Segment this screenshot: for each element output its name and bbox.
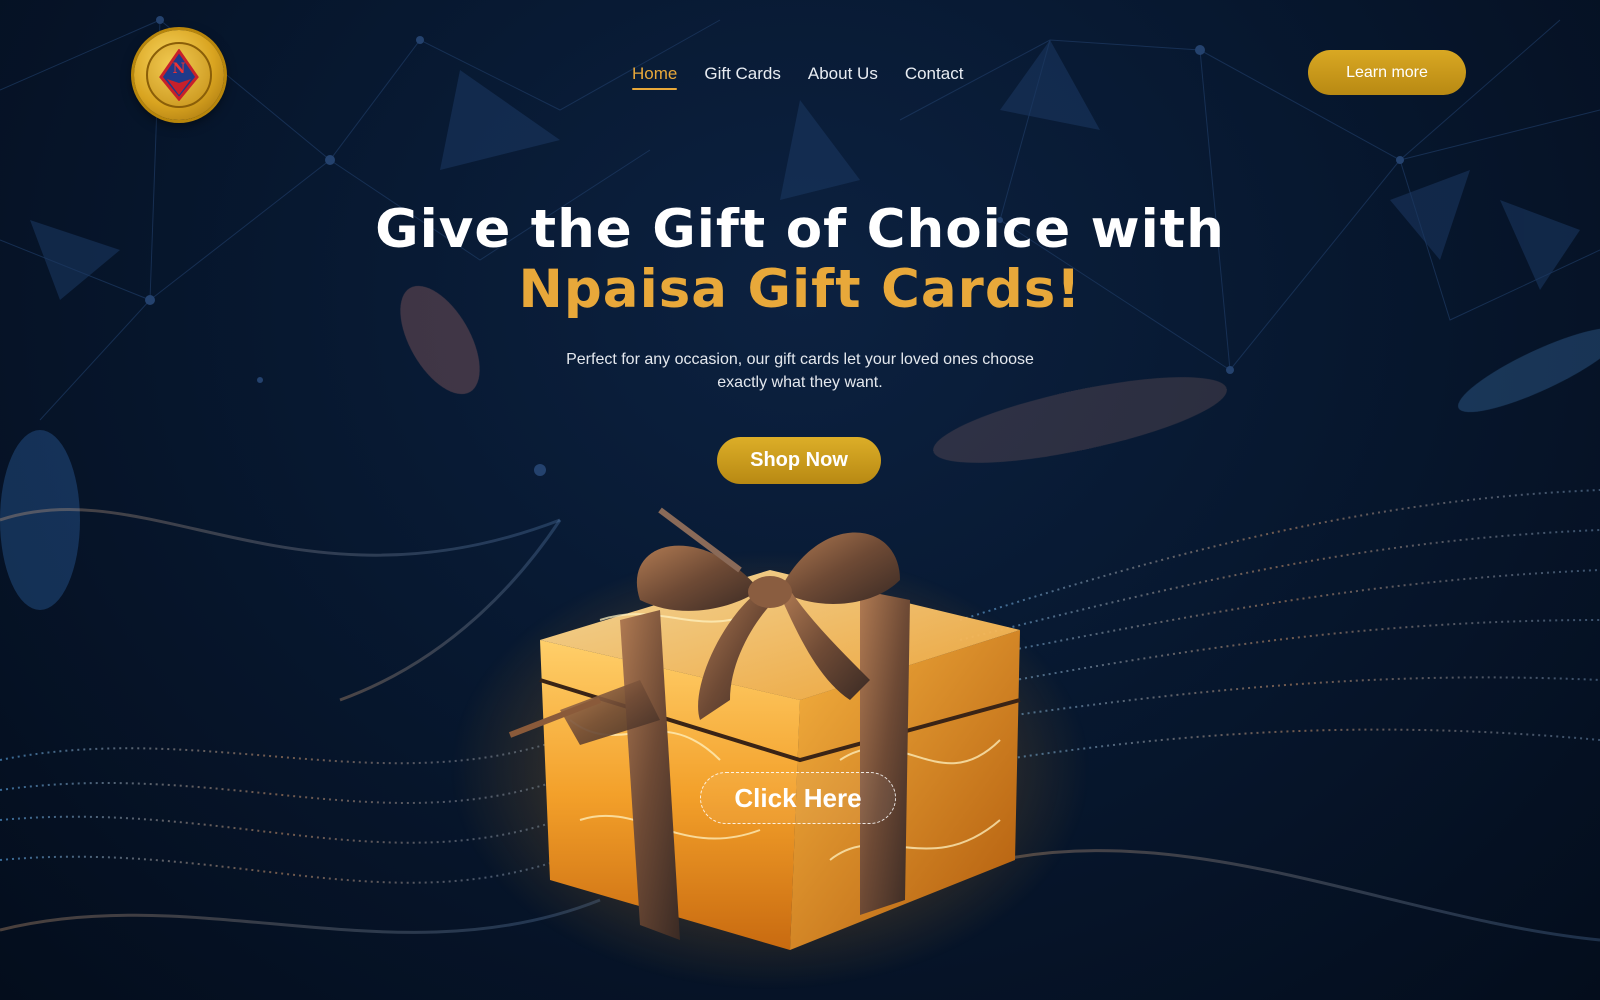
- main-nav: Home Gift Cards About Us Contact: [632, 64, 963, 90]
- logo-emblem: N: [146, 42, 212, 108]
- network-pattern: [0, 16, 1600, 990]
- background-scene: [0, 0, 1600, 1000]
- hero-title: Give the Gift of Choice with Npaisa Gift…: [0, 200, 1600, 320]
- shop-now-button[interactable]: Shop Now: [717, 437, 881, 484]
- nav-link-gift-cards[interactable]: Gift Cards: [704, 64, 781, 90]
- logo-diamond-icon: N: [159, 49, 199, 101]
- hero-title-line2: Npaisa Gift Cards!: [518, 259, 1082, 320]
- hero-title-line1: Give the Gift of Choice with: [375, 199, 1225, 260]
- hero-subtitle: Perfect for any occasion, our gift cards…: [566, 351, 1034, 391]
- logo-letter: N: [173, 61, 186, 77]
- nav-link-home[interactable]: Home: [632, 64, 678, 90]
- brand-logo[interactable]: N: [134, 30, 224, 120]
- nav-link-contact[interactable]: Contact: [905, 64, 964, 90]
- click-here-button[interactable]: Click Here: [700, 772, 896, 824]
- gift-box-illustration: [508, 507, 1021, 950]
- learn-more-button[interactable]: Learn more: [1308, 50, 1466, 95]
- nav-link-about-us[interactable]: About Us: [808, 64, 878, 90]
